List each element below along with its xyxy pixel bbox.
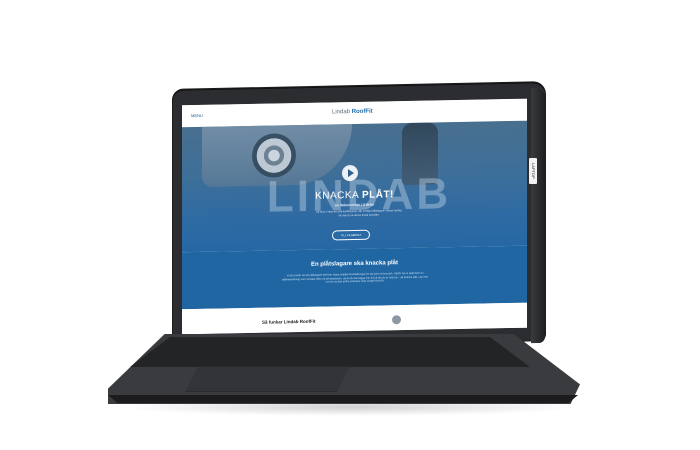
intro-section: En plåtslagare ska knacka plåt Vi på Lin… (182, 245, 527, 310)
laptop-screen: MENU Lindab RoofFit LINDAB KNACKA PLÅT! … (182, 98, 527, 335)
menu-button[interactable]: MENU (191, 113, 203, 118)
section-body-text: Vi på Lindab vet att plåtslagare behöver… (282, 271, 428, 284)
device-side-label: LAPTOP (529, 158, 537, 184)
laptop-base-edge (108, 395, 578, 403)
hero-title-bold: PLÅT! (361, 189, 394, 201)
keyboard (130, 337, 530, 367)
site-logo[interactable]: Lindab RoofFit (332, 109, 373, 116)
brand-bold: RoofFit (351, 108, 373, 116)
scene: LAPTOP MENU Lindab RoofFit LINDAB KNACKA… (0, 0, 700, 450)
trackpad (185, 366, 350, 392)
brand-prefix: Lindab (332, 109, 352, 116)
hero-title-prefix: KNACKA (315, 189, 362, 202)
avatar (392, 315, 401, 325)
section-title: En plåtslagare ska knacka plåt (310, 260, 399, 268)
to-films-button[interactable]: TILL FILMERNA (332, 229, 370, 241)
next-section-heading: Så funkar Lindab RoofFit (262, 318, 316, 325)
hero-banner: LINDAB KNACKA PLÅT! en dokumentär i 3 de… (182, 120, 527, 253)
laptop-lid-side (531, 87, 545, 344)
